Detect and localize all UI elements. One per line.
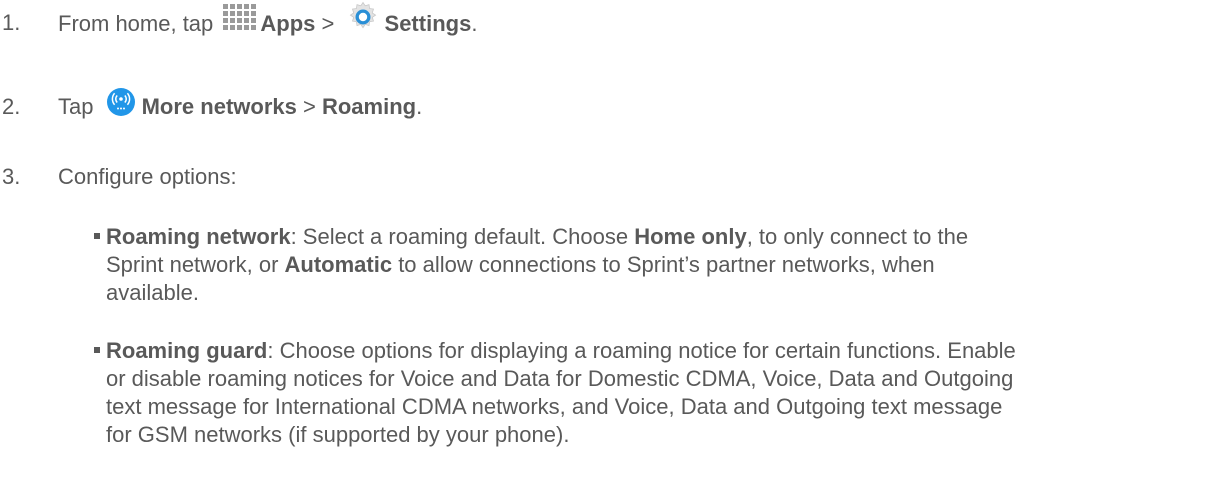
- apps-grid-icon: [223, 3, 257, 35]
- step-text: Tap More networks > Roaming.: [58, 88, 423, 123]
- option-term: Roaming guard: [106, 338, 268, 363]
- step-suffix: .: [416, 94, 423, 119]
- option-text: Roaming guard: Choose options for displa…: [106, 337, 1206, 449]
- option-line: Sprint network, or Automatic to allow co…: [106, 252, 935, 277]
- option-line: text message for International CDMA netw…: [106, 394, 1003, 419]
- option-line: Roaming network: Select a roaming defaul…: [106, 224, 969, 249]
- option-line: or disable roaming notices for Voice and…: [106, 366, 1014, 391]
- option-line: Roaming guard: Choose options for displa…: [106, 338, 1016, 363]
- option-line: available.: [106, 280, 199, 305]
- step-number: 1.: [2, 10, 21, 35]
- separator: >: [303, 94, 316, 119]
- option-term: Roaming network: [106, 224, 291, 249]
- step-prefix: From home, tap: [58, 10, 214, 36]
- settings-label: Settings: [384, 10, 472, 36]
- bullet-marker: [94, 347, 100, 353]
- option-line: for GSM networks (if supported by your p…: [106, 422, 570, 447]
- step-prefix: Tap: [58, 94, 94, 119]
- step-suffix: .: [471, 10, 478, 36]
- settings-gear-icon: [349, 1, 376, 29]
- step-text: From home, tap Apps > Settings.: [58, 1, 478, 41]
- roaming-label: Roaming: [321, 94, 417, 119]
- more-networks-label: More networks: [141, 94, 297, 119]
- more-networks-icon: [106, 88, 135, 117]
- step-number: 2.: [2, 94, 21, 119]
- separator: >: [321, 10, 335, 36]
- step-number: 3.: [2, 164, 21, 189]
- option-text: Roaming network: Select a roaming defaul…: [106, 223, 1206, 307]
- step-text: Configure options:: [58, 164, 237, 189]
- apps-label: Apps: [260, 10, 316, 36]
- bullet-marker: [94, 233, 100, 239]
